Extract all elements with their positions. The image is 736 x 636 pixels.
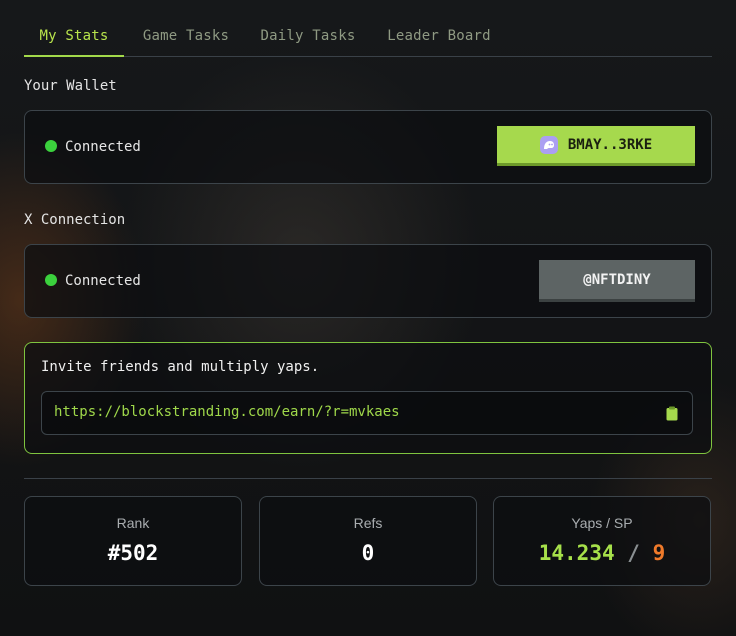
tab-leader-board[interactable]: Leader Board (380, 16, 498, 56)
refs-value: 0 (361, 541, 375, 565)
referral-link-field[interactable]: https://blockstranding.com/earn/?r=mvkae… (41, 391, 693, 435)
x-status-text: Connected (65, 273, 141, 289)
wallet-status-text: Connected (65, 139, 141, 155)
tab-game-tasks[interactable]: Game Tasks (130, 16, 242, 56)
wallet-address-button[interactable]: BMAY..3RKE (497, 126, 695, 166)
yaps-count: 14.234 (538, 541, 615, 565)
clipboard-icon[interactable] (666, 406, 678, 421)
sp-count: 9 (652, 541, 666, 565)
yaps-value: 14.234 / 9 (494, 541, 710, 565)
refs-label: Refs (353, 515, 383, 531)
wallet-panel: Connected BMAY..3RKE (24, 110, 712, 184)
yaps-separator: / (627, 541, 640, 565)
invite-panel: Invite friends and multiply yaps. https:… (24, 342, 712, 454)
yaps-label: Yaps / SP (571, 515, 633, 531)
x-handle-label: @NFTDINY (583, 271, 651, 288)
section-divider (24, 478, 712, 479)
refs-card: Refs 0 (259, 496, 477, 586)
rank-value: #502 (107, 541, 159, 565)
tab-bar: My Stats Game Tasks Daily Tasks Leader B… (24, 16, 712, 57)
wallet-section-label: Your Wallet (24, 78, 117, 94)
tab-my-stats[interactable]: My Stats (24, 16, 124, 57)
x-connection-section-label: X Connection (24, 212, 126, 228)
phantom-wallet-icon (539, 135, 558, 154)
x-connection-status: Connected (45, 271, 141, 291)
yaps-card: Yaps / SP 14.234 / 9 (493, 496, 711, 586)
referral-link-text[interactable]: https://blockstranding.com/earn/?r=mvkae… (54, 404, 400, 420)
rank-card: Rank #502 (24, 496, 242, 586)
x-connection-panel: Connected @NFTDINY (24, 244, 712, 318)
wallet-address-label: BMAY..3RKE (567, 136, 653, 153)
wallet-status: Connected (45, 137, 141, 157)
rank-label: Rank (116, 515, 150, 531)
invite-title: Invite friends and multiply yaps. (41, 359, 320, 375)
tab-daily-tasks[interactable]: Daily Tasks (258, 16, 358, 56)
connected-status-icon (45, 274, 57, 286)
connected-status-icon (45, 140, 57, 152)
x-handle-button[interactable]: @NFTDINY (539, 260, 695, 302)
